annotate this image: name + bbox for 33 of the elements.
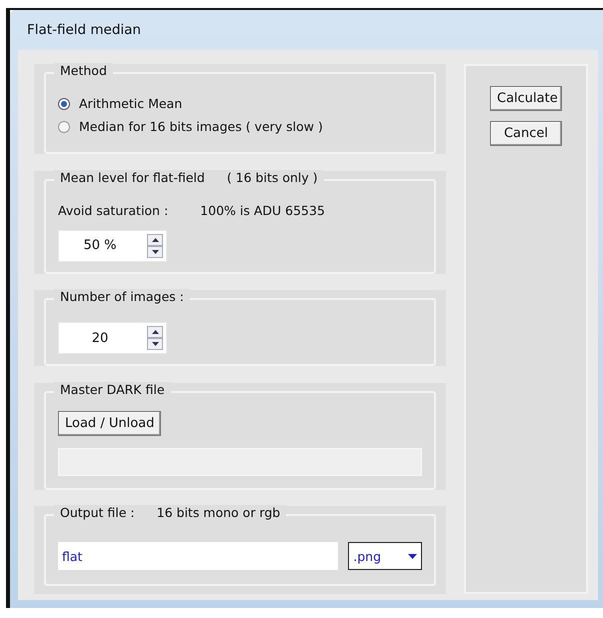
load-unload-button[interactable]: Load / Unload bbox=[58, 410, 162, 436]
group-title: Number of images : bbox=[60, 289, 184, 304]
spin-value: 50 % bbox=[82, 238, 118, 253]
group-title: Mean level for flat-field bbox=[60, 170, 205, 184]
group-title: ( 16 bits only ) bbox=[226, 170, 318, 184]
group-title: Output file : bbox=[60, 505, 135, 520]
down-caret-icon bbox=[152, 250, 158, 254]
group-title: Master DARK file bbox=[60, 382, 165, 396]
spin-field[interactable]: 20 bbox=[58, 322, 167, 354]
dialog-button[interactable]: Cancel bbox=[490, 121, 562, 146]
spin-value: 20 bbox=[90, 330, 110, 346]
spin-up-button[interactable] bbox=[147, 326, 163, 338]
up-caret-icon bbox=[152, 238, 158, 242]
group-title: Method bbox=[60, 63, 107, 78]
radio-label: Median for 16 bits images ( very slow ) bbox=[79, 119, 323, 134]
window-title: Flat-field median bbox=[26, 21, 142, 40]
radio-label: Arithmetic Mean bbox=[79, 96, 182, 111]
file-path-field[interactable] bbox=[58, 448, 422, 476]
spin-field[interactable]: 50 % bbox=[58, 230, 167, 262]
radio-button[interactable] bbox=[58, 98, 70, 110]
field-label: Avoid saturation : bbox=[58, 202, 168, 218]
spin-up-button[interactable] bbox=[147, 234, 163, 246]
group-title: 16 bits mono or rgb bbox=[156, 505, 280, 520]
dialog-button[interactable]: Calculate bbox=[490, 86, 562, 111]
filename-field[interactable]: flat bbox=[58, 542, 338, 570]
extension-dropdown[interactable]: .png bbox=[348, 542, 422, 570]
hint-text: 100% is ADU 65535 bbox=[200, 202, 325, 218]
down-caret-icon bbox=[152, 342, 158, 346]
up-caret-icon bbox=[152, 330, 158, 334]
spin-down-button[interactable] bbox=[147, 338, 163, 350]
dropdown-arrow-icon bbox=[408, 554, 417, 558]
spin-down-button[interactable] bbox=[147, 246, 163, 258]
radio-button[interactable] bbox=[58, 120, 70, 132]
